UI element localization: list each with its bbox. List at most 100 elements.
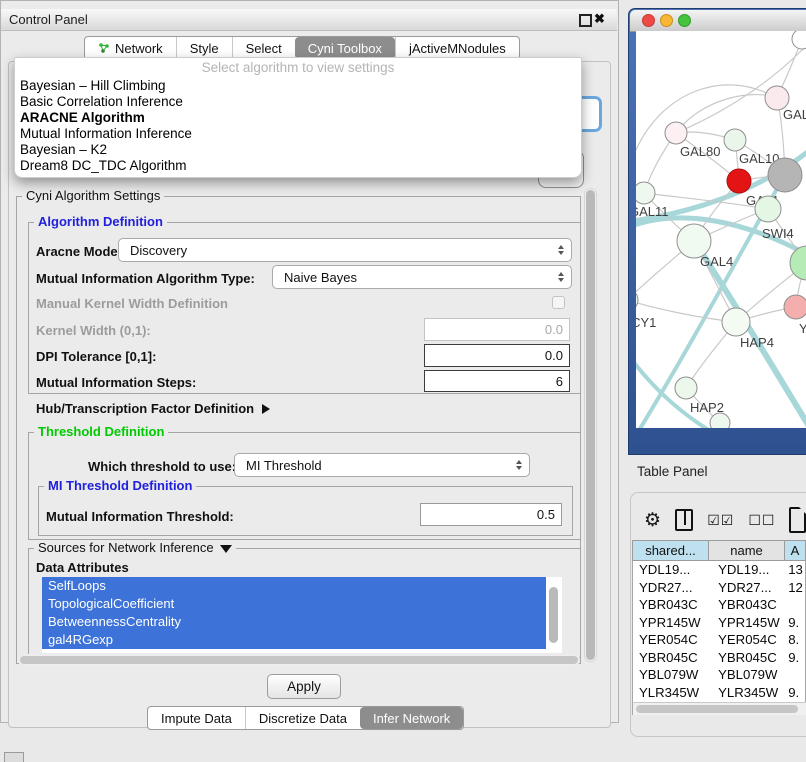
table-row[interactable]: YER054CYER054C8.: [633, 631, 805, 649]
which-threshold-select[interactable]: MI Threshold: [234, 453, 530, 477]
hub-section-toggle[interactable]: Hub/Transcription Factor Definition: [36, 401, 270, 416]
table-row[interactable]: YBR043CYBR043C: [633, 596, 805, 614]
table-row[interactable]: YLR345WYLR345W9.: [633, 684, 805, 702]
manual-kernel-checkbox[interactable]: [552, 296, 565, 309]
table-panel-title: Table Panel: [637, 464, 708, 479]
table-cell: YBR043C: [633, 597, 709, 612]
table-hscrollbar-thumb[interactable]: [636, 705, 798, 713]
bottom-tab-infer-network[interactable]: Infer Network: [360, 707, 463, 729]
algorithm-item-basic-correlation-inference[interactable]: Basic Correlation Inference: [15, 94, 581, 110]
node-gal11-label: GAL11: [636, 204, 669, 219]
table-row[interactable]: YBL079WYBL079W: [633, 666, 805, 684]
table-cell: 13: [784, 562, 805, 577]
gear-icon[interactable]: ⚙: [644, 511, 661, 530]
float-panel-icon[interactable]: [579, 14, 592, 27]
attribute-item-gal4rgexp[interactable]: gal4RGexp: [42, 631, 546, 649]
node-swi4[interactable]: [755, 196, 781, 222]
apply-button[interactable]: Apply: [267, 674, 341, 699]
sources-group-title[interactable]: Sources for Network Inference: [34, 541, 236, 555]
node-gal4[interactable]: [677, 224, 711, 258]
node-hap2[interactable]: [675, 377, 697, 399]
unchecked-boxes-icon[interactable]: ☐☐: [748, 512, 775, 529]
algorithm-popup-list: Bayesian – Hill ClimbingBasic Correlatio…: [15, 78, 581, 174]
attribute-item-selfloops[interactable]: SelfLoops: [42, 577, 546, 595]
close-light[interactable]: [642, 14, 655, 27]
tab-style[interactable]: Style: [176, 37, 232, 59]
node-bottom[interactable]: [710, 413, 730, 428]
spinner-arrows-icon: [558, 272, 564, 282]
node-gray[interactable]: [768, 158, 802, 192]
bottom-tab-discretize-data[interactable]: Discretize Data: [245, 707, 360, 729]
table-cell: YLR345W: [709, 685, 784, 700]
table-row[interactable]: YDL19...YDL19...13: [633, 561, 805, 579]
attribute-item-betweennesscentrality[interactable]: BetweennessCentrality: [42, 613, 546, 631]
table-hscrollbar[interactable]: [632, 702, 806, 715]
column-header-shared[interactable]: shared...: [632, 540, 709, 561]
algorithm-item-mutual-information-inference[interactable]: Mutual Information Inference: [15, 126, 581, 142]
node-pink-right[interactable]: [784, 295, 806, 319]
aracne-mode-select[interactable]: Discovery: [118, 238, 572, 262]
table-cell: YBR043C: [709, 597, 784, 612]
node-swi4-label: SWI4: [762, 226, 794, 241]
tab-cyni-toolbox[interactable]: Cyni Toolbox: [295, 37, 395, 59]
split-columns-icon[interactable]: [675, 509, 693, 531]
manual-kernel-label: Manual Kernel Width Definition: [36, 296, 228, 311]
algorithm-item-dream8-dc-tdc-algorithm[interactable]: Dream8 DC_TDC Algorithm: [15, 158, 581, 174]
table-cell: 9.: [784, 685, 805, 700]
sources-title-label: Sources for Network Inference: [38, 540, 214, 555]
tab-network[interactable]: Network: [85, 37, 176, 59]
cyni-bottom-tabbar: Impute DataDiscretize DataInfer Network: [147, 706, 464, 730]
attributes-scrollbar-thumb[interactable]: [549, 587, 558, 643]
mi-type-label: Mutual Information Algorithm Type:: [36, 271, 255, 286]
tab-label: Network: [115, 41, 163, 56]
table-cell: 8.: [784, 632, 805, 647]
kernel-width-field[interactable]: 0.0: [424, 318, 570, 341]
algorithm-item-bayesian-hill-climbing[interactable]: Bayesian – Hill Climbing: [15, 78, 581, 94]
node-hap4[interactable]: [722, 308, 750, 336]
zoom-light[interactable]: [678, 14, 691, 27]
mi-type-select[interactable]: Naive Bayes: [272, 265, 572, 289]
table-cell: YBR045C: [633, 650, 709, 665]
node-top-outline[interactable]: [792, 31, 806, 49]
network-canvas[interactable]: GALGAL80GAL10GAL1GAL11SWI4GAL4YGCY1HAP4H…: [636, 31, 806, 428]
table-cell: YDR27...: [633, 580, 709, 595]
node-gal11[interactable]: [636, 182, 655, 204]
attributes-scrollbar[interactable]: [546, 577, 562, 653]
sources-hscrollbar-thumb[interactable]: [20, 656, 578, 664]
sources-hscrollbar[interactable]: [18, 654, 580, 666]
table-row[interactable]: YPR145WYPR145W9.: [633, 614, 805, 632]
node-gal10[interactable]: [724, 129, 746, 151]
minimize-light[interactable]: [660, 14, 673, 27]
mi-steps-label: Mutual Information Steps:: [36, 375, 196, 390]
aracne-mode-label: Aracne Mode:: [36, 244, 122, 259]
expanded-arrow-icon: [220, 545, 232, 553]
node-gal80[interactable]: [665, 122, 687, 144]
table-cell: YLR345W: [633, 685, 709, 700]
node-gcy1[interactable]: [636, 289, 638, 311]
algorithm-item-aracne-algorithm[interactable]: ARACNE Algorithm: [15, 110, 581, 126]
tab-jactivemnodules[interactable]: jActiveMNodules: [395, 37, 519, 59]
mi-threshold-label: Mutual Information Threshold:: [46, 509, 234, 524]
column-header-a[interactable]: A: [785, 540, 806, 561]
algorithm-item-bayesian-k2[interactable]: Bayesian – K2: [15, 142, 581, 158]
cut-button[interactable]: [4, 752, 24, 762]
network-window-titlebar[interactable]: [630, 10, 806, 32]
data-attributes-list[interactable]: SelfLoopsTopologicalCoefficientBetweenne…: [42, 577, 546, 653]
table-row[interactable]: YDR27...YDR27...12: [633, 579, 805, 597]
settings-scrollbar-thumb[interactable]: [586, 190, 595, 660]
dpi-tolerance-field[interactable]: 0.0: [424, 344, 570, 367]
column-header-name[interactable]: name: [709, 540, 785, 561]
bottom-tab-impute-data[interactable]: Impute Data: [148, 707, 245, 729]
checked-boxes-icon[interactable]: ☑☑: [707, 512, 734, 529]
tab-select[interactable]: Select: [232, 37, 295, 59]
screen: Control Panel ✖ NetworkStyleSelectCyni T…: [0, 0, 806, 762]
close-panel-icon[interactable]: ✖: [594, 11, 605, 27]
mi-steps-field[interactable]: 6: [424, 370, 570, 392]
settings-scrollbar[interactable]: [584, 188, 597, 662]
network-icon: [98, 42, 110, 54]
page-icon[interactable]: [789, 507, 806, 533]
attribute-item-topologicalcoefficient[interactable]: TopologicalCoefficient: [42, 595, 546, 613]
table-row[interactable]: YBR045CYBR045C9.: [633, 649, 805, 667]
node-gal1[interactable]: [727, 169, 751, 193]
mi-threshold-field[interactable]: 0.5: [420, 503, 562, 526]
